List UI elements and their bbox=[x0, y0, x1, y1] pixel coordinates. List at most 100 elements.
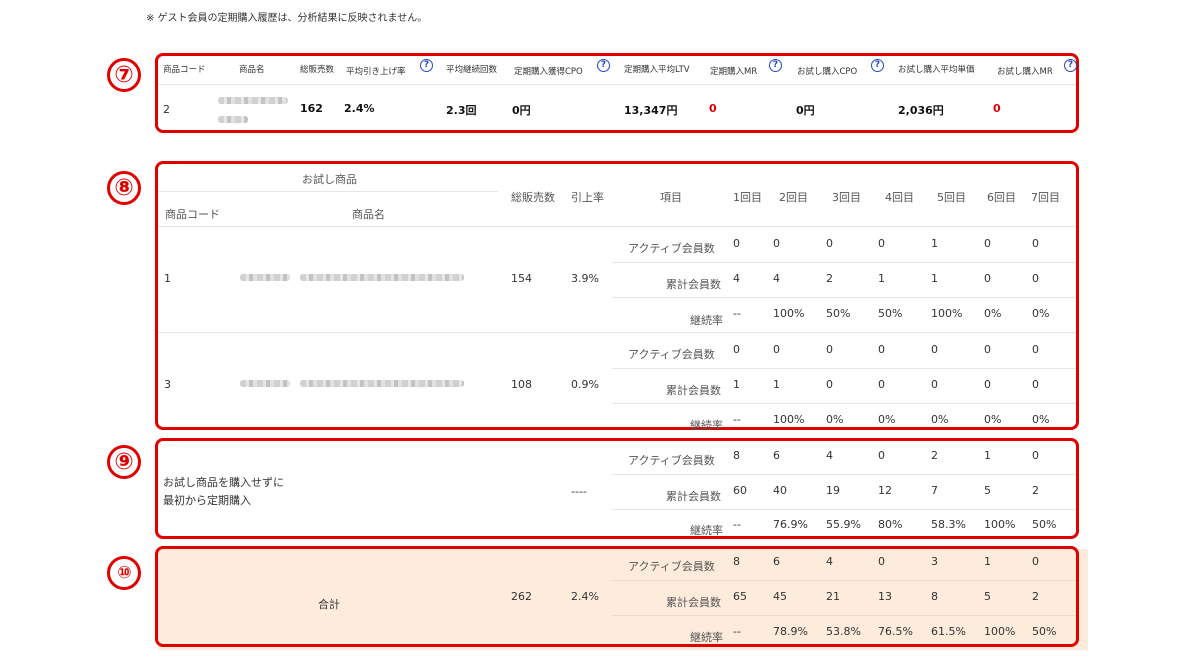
header-product-code: 商品コード bbox=[165, 208, 220, 221]
header-round-5: 5回目 bbox=[937, 191, 966, 204]
cell: 4 bbox=[826, 555, 833, 568]
total-upgrade-rate: 2.4% bbox=[571, 590, 599, 603]
metric-label: アクティブ会員数 bbox=[628, 454, 715, 467]
header-item: 項目 bbox=[660, 191, 682, 204]
row-product-code: 3 bbox=[164, 378, 171, 391]
metric-label: 累計会員数 bbox=[666, 384, 721, 397]
cell: 53.8% bbox=[826, 625, 861, 638]
cell: 0 bbox=[1032, 343, 1039, 356]
help-icon[interactable]: ? bbox=[769, 59, 782, 72]
cell: 0 bbox=[773, 343, 780, 356]
cell: -- bbox=[733, 413, 741, 426]
cell: 1 bbox=[773, 378, 780, 391]
cell: 50% bbox=[1032, 625, 1057, 638]
metric-label: 継続率 bbox=[690, 419, 723, 432]
blurred-product-name bbox=[218, 97, 288, 104]
cell: 50% bbox=[878, 307, 903, 320]
row-total-sales: 162 bbox=[300, 102, 323, 115]
cell: 1 bbox=[878, 272, 885, 285]
direct-subscription-label-1: お試し商品を購入せずに bbox=[163, 476, 284, 489]
cell: 0% bbox=[1032, 413, 1050, 426]
cell: 0 bbox=[733, 343, 740, 356]
header-round-3: 3回目 bbox=[832, 191, 861, 204]
cell: 58.3% bbox=[931, 518, 966, 531]
guest-member-note: ※ ゲスト会員の定期購入履歴は、分析結果に反映されません。 bbox=[146, 13, 428, 24]
cell: 6 bbox=[773, 449, 780, 462]
blurred-product-name bbox=[218, 116, 248, 123]
cell: 0 bbox=[1032, 237, 1039, 250]
help-icon[interactable]: ? bbox=[1064, 59, 1077, 72]
cell: 100% bbox=[984, 625, 1016, 638]
total-label: 合計 bbox=[318, 598, 340, 611]
cell: 0% bbox=[931, 413, 949, 426]
cell: 0% bbox=[826, 413, 844, 426]
cell: 100% bbox=[931, 307, 963, 320]
header-trial-avg-price: お試し購入平均単価 bbox=[898, 65, 975, 75]
blurred-product-name bbox=[240, 380, 290, 387]
cell: 0 bbox=[931, 378, 938, 391]
cell: 0 bbox=[1032, 449, 1039, 462]
help-icon[interactable]: ? bbox=[420, 59, 433, 72]
cell: 0 bbox=[878, 237, 885, 250]
cell: 1 bbox=[984, 555, 991, 568]
cell: 13 bbox=[878, 590, 892, 603]
cell: 80% bbox=[878, 518, 903, 531]
header-avg-continuation: 平均継続回数 bbox=[446, 65, 498, 75]
metric-label: 累計会員数 bbox=[666, 596, 721, 609]
blurred-product-name bbox=[240, 274, 290, 281]
header-upgrade-rate: 引上率 bbox=[571, 191, 604, 204]
cell: 7 bbox=[931, 484, 938, 497]
blurred-product-name bbox=[300, 380, 464, 387]
cell: 76.9% bbox=[773, 518, 808, 531]
cell: 65 bbox=[733, 590, 747, 603]
row-product-code: 1 bbox=[164, 272, 171, 285]
row-total-sales: 154 bbox=[511, 272, 532, 285]
marker-10: ⑩ bbox=[107, 556, 141, 590]
cell: 5 bbox=[984, 484, 991, 497]
header-product-name: 商品名 bbox=[352, 208, 385, 221]
metric-label: 累計会員数 bbox=[666, 278, 721, 291]
header-round-2: 2回目 bbox=[779, 191, 808, 204]
direct-subscription-label-2: 最初から定期購入 bbox=[163, 494, 251, 507]
row-upgrade-rate: ---- bbox=[571, 485, 587, 498]
cell: 0 bbox=[984, 237, 991, 250]
cell: 8 bbox=[931, 590, 938, 603]
cell: 2 bbox=[1032, 484, 1039, 497]
cell: 0 bbox=[984, 343, 991, 356]
blurred-product-name bbox=[300, 274, 464, 281]
cell: 2 bbox=[1032, 590, 1039, 603]
row-sub-avg-ltv: 13,347円 bbox=[624, 104, 678, 117]
cell: 61.5% bbox=[931, 625, 966, 638]
cell: 0 bbox=[878, 555, 885, 568]
header-avg-upgrade-rate: 平均引き上げ率 bbox=[346, 67, 406, 77]
cell: 0 bbox=[1032, 555, 1039, 568]
header-round-6: 6回目 bbox=[987, 191, 1016, 204]
cell: 12 bbox=[878, 484, 892, 497]
cell: 5 bbox=[984, 590, 991, 603]
cell: 0 bbox=[1032, 272, 1039, 285]
cell: 8 bbox=[733, 449, 740, 462]
header-product-name: 商品名 bbox=[239, 65, 265, 75]
metric-label: アクティブ会員数 bbox=[628, 242, 715, 255]
cell: 0 bbox=[826, 378, 833, 391]
header-trial-mr: お試し購入MR bbox=[997, 67, 1053, 77]
header-round-1: 1回目 bbox=[733, 191, 762, 204]
cell: -- bbox=[733, 518, 741, 531]
cell: 3 bbox=[931, 555, 938, 568]
cell: 100% bbox=[773, 413, 805, 426]
row-product-code: 2 bbox=[163, 103, 170, 116]
help-icon[interactable]: ? bbox=[871, 59, 884, 72]
help-icon[interactable]: ? bbox=[597, 59, 610, 72]
metric-label: 継続率 bbox=[690, 314, 723, 327]
cell: 6 bbox=[773, 555, 780, 568]
row-total-sales: 108 bbox=[511, 378, 532, 391]
cell: 1 bbox=[733, 378, 740, 391]
header-total-sales: 総販売数 bbox=[300, 65, 335, 75]
cell: 55.9% bbox=[826, 518, 861, 531]
cell: 76.5% bbox=[878, 625, 913, 638]
row-trial-cpo: 0円 bbox=[796, 104, 815, 117]
cell: 45 bbox=[773, 590, 787, 603]
total-sales: 262 bbox=[511, 590, 532, 603]
cell: -- bbox=[733, 625, 741, 638]
cell: 0% bbox=[984, 307, 1002, 320]
